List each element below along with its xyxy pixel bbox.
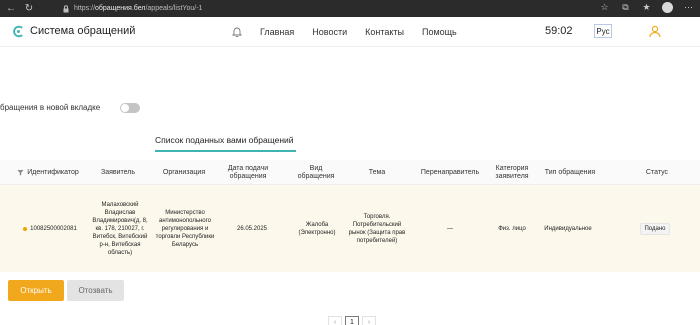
url-host: обращения.бел [95, 5, 146, 12]
url-prefix: https:// [74, 5, 96, 12]
cell-organization: Министерство антимонопольного регулирова… [155, 209, 215, 248]
table-row[interactable]: 10082500002081 Малаховский Владислав Вла… [0, 185, 700, 272]
nav-item-help[interactable]: Помощь [422, 27, 457, 37]
column-header-kind[interactable]: Вид обращения [294, 160, 338, 185]
pagination: ‹ 1 › [328, 316, 376, 325]
bell-icon[interactable] [232, 26, 242, 37]
toggle-knob [121, 104, 129, 112]
table-header: Идентификатор Заявитель Организация Дата… [0, 160, 700, 185]
column-header-category[interactable]: Категория заявителя [490, 160, 534, 185]
column-header-type[interactable]: Тип обращения [540, 160, 600, 185]
new-tab-toggle-label: бращения в новой вкладке [0, 103, 101, 112]
url-path: /appeals/listYou/-1 [145, 5, 203, 12]
logo-icon[interactable] [12, 25, 25, 38]
pagination-page-current[interactable]: 1 [345, 316, 359, 325]
user-icon[interactable] [649, 25, 661, 38]
cell-category: Физ. лицо [498, 225, 526, 232]
nav-item-news[interactable]: Новости [312, 27, 347, 37]
column-header-id[interactable]: Идентификатор [10, 160, 86, 185]
cell-id: 10082500002081 [12, 185, 88, 272]
reload-icon[interactable]: ↻ [22, 2, 36, 16]
cell-redirector: — [447, 225, 453, 232]
favorites-icon[interactable]: ★ [641, 2, 652, 13]
cell-date: 26.05.2025 [236, 225, 268, 232]
cell-kind: Жалоба (Электронно) [298, 221, 336, 236]
column-header-status[interactable]: Статус [632, 160, 682, 185]
column-header-applicant[interactable]: Заявитель [88, 160, 148, 185]
main-nav: Главная Новости Контакты Помощь [260, 27, 475, 37]
column-header-organization[interactable]: Организация [150, 160, 218, 185]
status-badge: Подано [640, 222, 670, 235]
column-header-redirector[interactable]: Перенаправитель [412, 160, 488, 185]
cell-topic: Торговля. Потребительский рынок (Защита … [348, 213, 406, 244]
cell-applicant: Малаховский Владислав Владимирович(д. 8,… [92, 201, 148, 256]
new-tab-toggle[interactable] [120, 103, 140, 113]
tab-submitted-appeals[interactable]: Список поданных вами обращений [155, 135, 294, 145]
site-title[interactable]: Система обращений [30, 25, 135, 37]
profile-avatar[interactable] [662, 2, 673, 13]
cell-status: Подано [630, 185, 680, 272]
cell-type: Индивидуальное [544, 225, 592, 232]
lock-icon [63, 4, 69, 12]
address-bar[interactable]: https://обращения.бел/appeals/listYou/-1 [62, 2, 532, 15]
column-header-date[interactable]: Дата подачи обращения [222, 160, 274, 185]
pagination-prev-button[interactable]: ‹ [328, 316, 342, 325]
browser-toolbar: ← ↻ https://обращения.бел/appeals/listYo… [0, 0, 700, 17]
tab-active-indicator [155, 150, 296, 152]
column-header-topic[interactable]: Тема [346, 160, 408, 185]
open-button[interactable]: Открыть [8, 280, 64, 301]
withdraw-button[interactable]: Отозвать [67, 280, 124, 301]
language-selector[interactable]: Рус [594, 24, 612, 38]
nav-item-contacts[interactable]: Контакты [365, 27, 404, 37]
unread-dot [23, 226, 28, 231]
session-timer: 59:02 [545, 25, 573, 37]
site-header: Система обращений Главная Новости Контак… [0, 17, 700, 47]
nav-item-home[interactable]: Главная [260, 27, 294, 37]
extensions-icon[interactable]: ⧉ [620, 2, 631, 13]
back-icon[interactable]: ← [4, 2, 18, 16]
filter-icon[interactable] [17, 169, 24, 176]
more-icon[interactable]: ⋯ [683, 2, 694, 13]
pagination-next-button[interactable]: › [362, 316, 376, 325]
favorite-star-icon[interactable]: ☆ [599, 2, 610, 13]
